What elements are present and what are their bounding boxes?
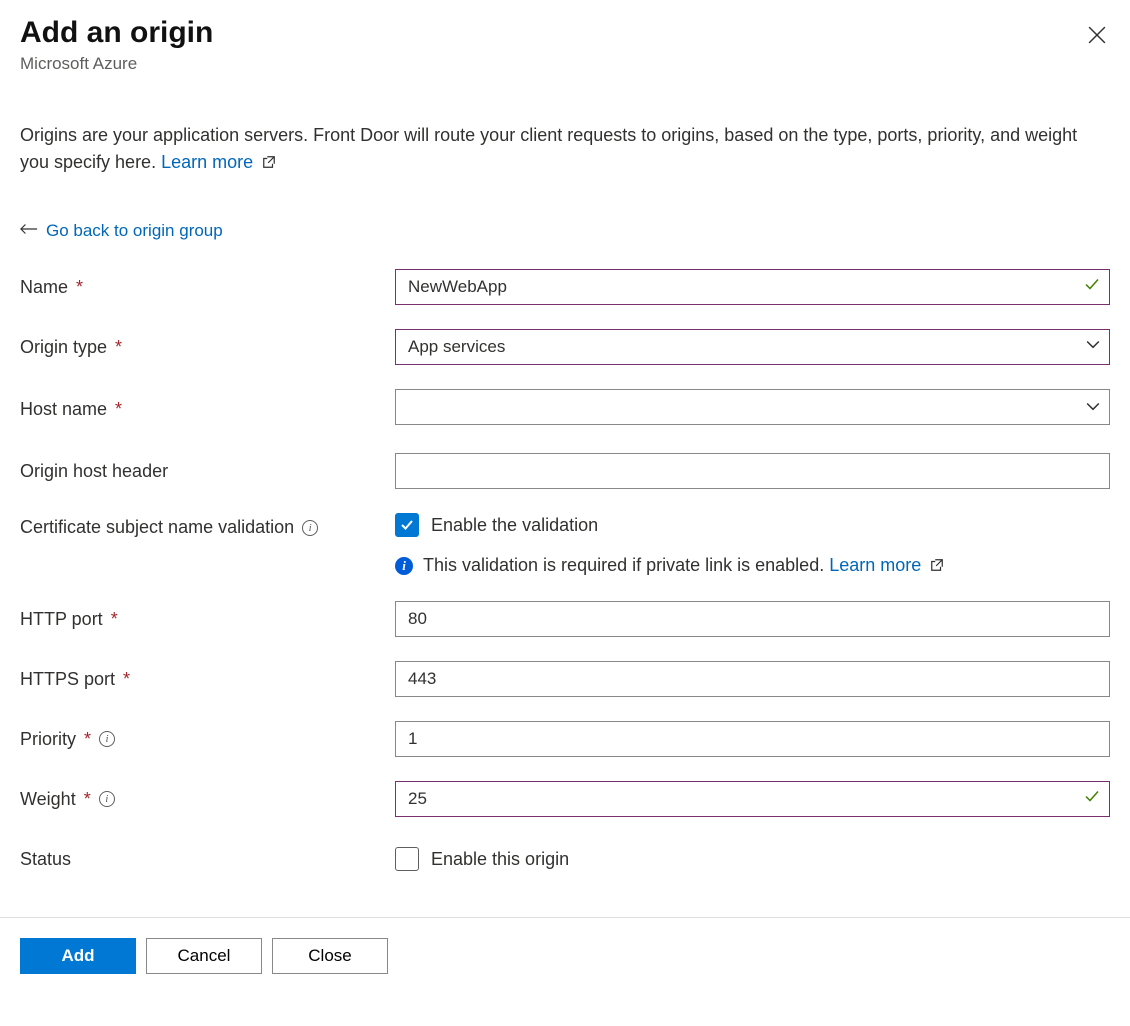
external-link-icon [930,556,944,577]
validation-learn-more-link[interactable]: Learn more [829,555,944,575]
required-indicator: * [115,337,122,358]
enable-validation-label: Enable the validation [431,515,598,536]
close-icon[interactable] [1084,22,1110,53]
required-indicator: * [123,669,130,690]
name-label: Name [20,277,68,298]
panel-subtitle: Microsoft Azure [20,54,1084,74]
required-indicator: * [76,277,83,298]
panel-header: Add an origin Microsoft Azure [20,16,1110,74]
arrow-left-icon [20,221,38,241]
info-icon: i [395,557,413,575]
priority-label: Priority [20,729,76,750]
http-port-input[interactable] [395,601,1110,637]
enable-validation-checkbox[interactable] [395,513,419,537]
http-port-label: HTTP port [20,609,103,630]
info-icon[interactable]: i [99,731,115,747]
required-indicator: * [115,399,122,420]
origin-form: Name * Origin type * App services [20,269,1110,877]
enable-origin-label: Enable this origin [431,849,569,870]
close-button[interactable]: Close [272,938,388,974]
priority-input[interactable] [395,721,1110,757]
cert-validation-label: Certificate subject name validation [20,517,294,538]
panel-title: Add an origin [20,16,1084,50]
validation-info-message: i This validation is required if private… [395,555,1110,577]
enable-origin-checkbox[interactable] [395,847,419,871]
origin-type-select[interactable]: App services [395,329,1110,365]
intro-paragraph: Origins are your application servers. Fr… [20,122,1110,177]
add-button[interactable]: Add [20,938,136,974]
required-indicator: * [84,729,91,750]
https-port-input[interactable] [395,661,1110,697]
host-name-label: Host name [20,399,107,420]
name-input[interactable] [395,269,1110,305]
cancel-button[interactable]: Cancel [146,938,262,974]
required-indicator: * [84,789,91,810]
origin-type-label: Origin type [20,337,107,358]
info-icon[interactable]: i [302,520,318,536]
origin-host-header-label: Origin host header [20,461,168,482]
host-name-select[interactable] [395,389,1110,425]
required-indicator: * [111,609,118,630]
https-port-label: HTTPS port [20,669,115,690]
weight-input[interactable] [395,781,1110,817]
status-label: Status [20,849,71,870]
back-link[interactable]: Go back to origin group [46,221,223,241]
validation-info-text: This validation is required if private l… [423,555,829,575]
external-link-icon [262,150,276,177]
origin-host-header-input[interactable] [395,453,1110,489]
intro-learn-more-link[interactable]: Learn more [161,152,276,172]
weight-label: Weight [20,789,76,810]
panel-footer: Add Cancel Close [0,917,1130,994]
info-icon[interactable]: i [99,791,115,807]
